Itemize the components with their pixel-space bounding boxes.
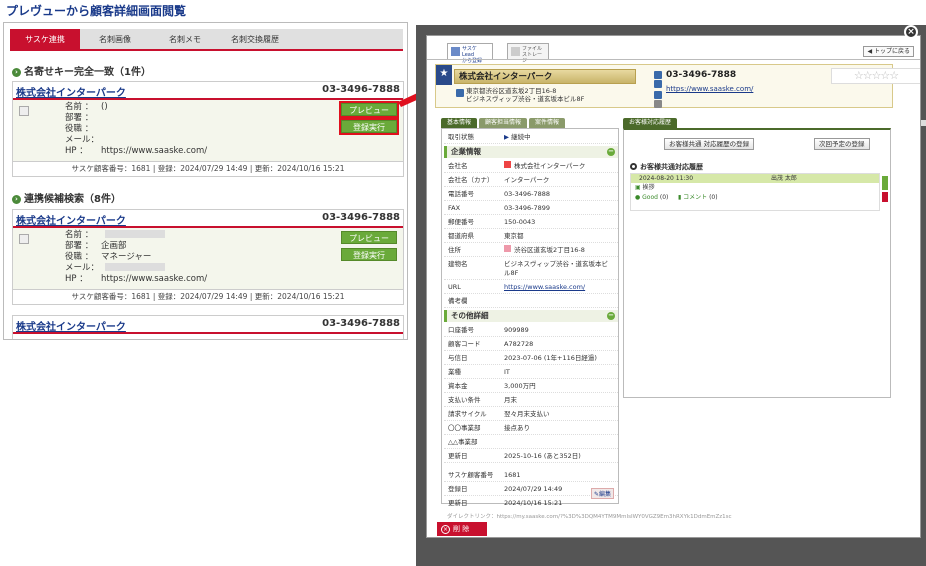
collapse-icon[interactable]: − <box>607 148 615 156</box>
info-row: 口座番号 909989 <box>444 324 618 337</box>
tab-exchange-history[interactable]: 名刺交換履歴 <box>220 29 290 49</box>
broken-image-icon <box>19 234 29 244</box>
info-row: 請求サイクル 翌々月末支払い <box>444 408 618 421</box>
lead-icon <box>451 47 460 56</box>
mail-icon <box>654 100 662 108</box>
entry-action-icons[interactable] <box>882 176 888 202</box>
direct-link[interactable]: ダイレクトリンク：https://my.saaske.com/?%3D%3DQM… <box>447 512 732 520</box>
tab-saaske-lead[interactable]: サスケ Lead から登録 <box>447 43 493 64</box>
collapse-icon[interactable]: − <box>607 312 615 320</box>
company-link[interactable]: 株式会社インターパーク <box>16 84 126 99</box>
register-history-button[interactable]: お客様共通 対応履歴の登録 <box>664 138 755 150</box>
phone-number: 03-3496-7888 <box>322 84 400 95</box>
tab-card-image[interactable]: 名刺画像 <box>80 29 150 49</box>
preview-button[interactable]: プレビュー <box>341 231 397 244</box>
info-row: 〇〇事業部 接点あり <box>444 422 618 435</box>
divider <box>427 59 920 60</box>
history-entry: 2024-08-20 11:30 出茂 太郎 ▣ 挨拶 ● Good (0) ▮ … <box>630 173 880 211</box>
section-candidates: › 連携候補検索（8件） <box>12 190 121 205</box>
page-title: プレヴューから顧客詳細画面閲覧 <box>6 4 187 18</box>
history-title: お客様共通対応履歴 <box>630 162 703 172</box>
info-row: 建物名 ビジネスヴィップ渋谷・道玄坂本ビル8F <box>444 258 618 280</box>
card-footer: サスケ顧客番号：1681 | 登録：2024/07/29 14:49 | 更新：… <box>71 292 345 301</box>
map-icon[interactable] <box>456 89 464 97</box>
customer-detail-modal: サスケ Lead から登録 ファイル ストレージ ◀ トップに戻る ★ 株式会社… <box>426 35 921 538</box>
chevron-right-icon: › <box>12 68 21 77</box>
info-row: 業種 IT <box>444 366 618 379</box>
tab-deal-info[interactable]: 案件情報 <box>529 118 566 128</box>
preview-button[interactable]: プレビュー <box>339 101 399 118</box>
info-row: 郵便番号 150-0043 <box>444 216 618 229</box>
google-icon[interactable] <box>504 161 511 168</box>
info-row: 支払い条件 月末 <box>444 394 618 407</box>
delete-button[interactable]: × 削 除 <box>437 522 487 536</box>
good-button[interactable]: ● Good <box>635 194 658 201</box>
info-row: 顧客コード A782728 <box>444 338 618 351</box>
star-bookmark-icon[interactable]: ★ <box>436 65 452 85</box>
result-card-1: 株式会社インターパーク 03-3496-7888 名前 ：() 部署 ： 役職 … <box>12 81 404 177</box>
blurred-value <box>105 263 165 271</box>
company-address: 東京都渋谷区道玄坂2丁目16-8 ビジネスヴィップ渋谷・道玄坂本ビル8F <box>466 87 585 103</box>
info-row: サスケ顧客番号 1681 <box>444 469 618 482</box>
company-link[interactable]: 株式会社インターパーク <box>16 318 126 333</box>
broken-image-icon <box>19 106 29 116</box>
company-name: 株式会社インターパーク <box>454 69 636 84</box>
section-company-info: 企業情報 − <box>444 146 618 158</box>
info-row: 更新日 2025-10-16 (あと352日) <box>444 450 618 463</box>
tab-contact-info[interactable]: 顧客担当情報 <box>479 118 528 128</box>
edit-button[interactable]: ✎編集 <box>590 488 614 499</box>
tab-bar: サスケ連携 名刺画像 名刺メモ 名刺交換履歴 <box>10 29 403 51</box>
section-other-details: その他詳細 − <box>444 310 618 322</box>
info-row: 会社名 株式会社インターパーク <box>444 160 618 173</box>
phone-number: 03-3496-7888 <box>322 318 400 329</box>
info-row: 備考欄 <box>444 295 618 308</box>
map-pin-icon[interactable] <box>504 245 511 252</box>
card-footer: サスケ顧客番号：1681 | 登録：2024/07/29 14:49 | 更新：… <box>71 164 345 173</box>
info-row: 電話番号 03-3496-7888 <box>444 188 618 201</box>
support-history-panel: お客様共通 対応履歴の登録 次回予定の登録 お客様共通対応履歴 2024-08-… <box>623 128 891 398</box>
section-exact-match: › 名寄せキー完全一致（1件） <box>12 63 151 78</box>
info-row: URL https://www.saaske.com/ <box>444 281 618 294</box>
result-card-2: 株式会社インターパーク 03-3496-7888 名前 ： 部署 ：企画部 役職… <box>12 209 404 305</box>
detail-subtabs: 基本情報 顧客担当情報 案件情報 <box>441 118 567 128</box>
linking-panel: サスケ連携 名刺画像 名刺メモ 名刺交換履歴 › 名寄せキー完全一致（1件） 株式… <box>3 22 408 340</box>
back-to-top-button[interactable]: ◀ トップに戻る <box>863 46 914 57</box>
blurred-value <box>105 230 165 238</box>
result-card-3: 株式会社インターパーク 03-3496-7888 <box>12 315 404 339</box>
message-icon: ▣ <box>635 184 643 191</box>
info-row: 与信日 2023-07-06 (1年+116日経過) <box>444 352 618 365</box>
info-row: 住所 渋谷区道玄坂2丁目16-8 <box>444 244 618 257</box>
comment-button[interactable]: ▮ コメント <box>678 194 707 201</box>
basic-info-panel: 取引状態 ▶ 継続中 企業情報 − 会社名 株式会社インターパーク 会社名（カナ） イン… <box>441 128 619 507</box>
tab-support-history[interactable]: お客様対応履歴 <box>623 118 678 128</box>
globe-icon <box>654 91 662 99</box>
tab-basic-info[interactable]: 基本情報 <box>441 118 478 128</box>
register-schedule-button[interactable]: 次回予定の登録 <box>814 138 870 150</box>
rating-stars[interactable]: ☆☆☆☆☆ <box>831 68 920 84</box>
close-icon: × <box>441 525 450 534</box>
tab-saaske-link[interactable]: サスケ連携 <box>10 29 80 49</box>
tab-card-memo[interactable]: 名刺メモ <box>150 29 220 49</box>
fax-icon <box>654 80 662 88</box>
circle-icon <box>630 163 637 170</box>
phone-number: 03-3496-7888 <box>322 212 400 223</box>
phone-icon <box>654 71 662 79</box>
tab-file-storage[interactable]: ファイル ストレージ <box>507 43 549 64</box>
info-row: △△事業部 <box>444 436 618 449</box>
chevron-right-icon: › <box>12 195 21 204</box>
info-row: 会社名（カナ） インターパーク <box>444 174 618 187</box>
register-button[interactable]: 登録実行 <box>341 248 397 261</box>
register-button[interactable]: 登録実行 <box>339 118 399 135</box>
close-icon[interactable]: × <box>904 25 918 39</box>
info-row: 都道府県 東京都 <box>444 230 618 243</box>
company-summary-card: ★ 株式会社インターパーク 東京都渋谷区道玄坂2丁目16-8 ビジネスヴィップ渋… <box>435 64 920 108</box>
company-phone: 03-3496-7888 <box>666 70 737 80</box>
file-icon <box>511 47 520 56</box>
company-link[interactable]: 株式会社インターパーク <box>16 212 126 227</box>
company-url-link[interactable]: https://www.saaske.com/ <box>666 85 753 93</box>
status-row: 取引状態 ▶ 継続中 <box>444 131 618 144</box>
info-row: 資本金 3,000万円 <box>444 380 618 393</box>
info-row: FAX 03-3496-7899 <box>444 202 618 215</box>
